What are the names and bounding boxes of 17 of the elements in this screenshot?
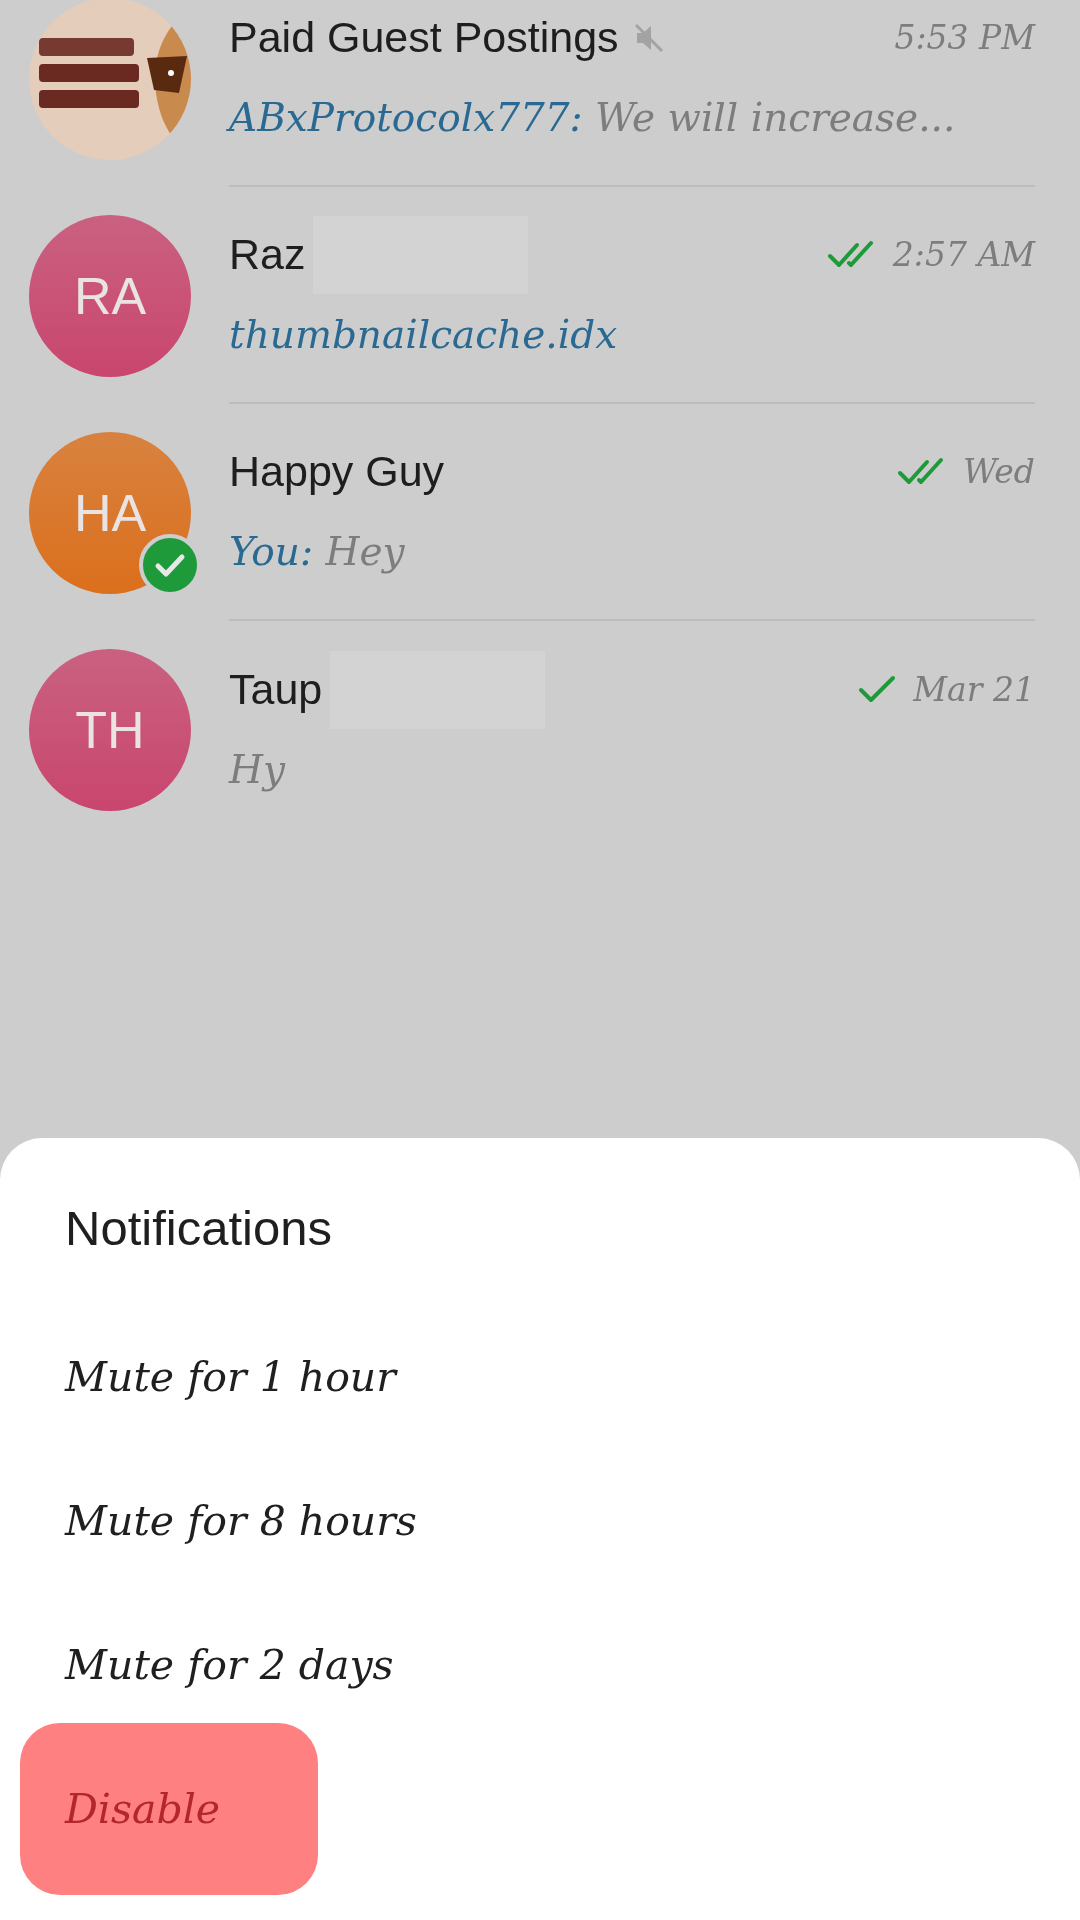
message-preview: Hy (229, 747, 286, 792)
message-preview: You: Hey (229, 529, 405, 574)
avatar: HA (29, 431, 191, 594)
chat-name: Raz (229, 230, 306, 279)
menu-option[interactable]: Mute for 8 hours (20, 1449, 462, 1593)
avatar: TH (29, 648, 191, 811)
message-time: 2:57 AM (892, 235, 1035, 274)
chat-name: Paid Guest Postings (229, 13, 619, 62)
menu-option[interactable]: Mute for 1 hour (20, 1305, 441, 1449)
chat-name: Happy Guy (229, 447, 445, 496)
chat-name: Taup (229, 665, 323, 714)
message-preview: thumbnailcache.idx (229, 312, 618, 357)
message-time: Wed (963, 452, 1035, 491)
avatar: RA (29, 214, 191, 377)
sheet-title: Notifications (65, 1200, 332, 1257)
message-time: 5:53 PM (894, 18, 1035, 57)
message-time: Mar 21 (913, 670, 1035, 709)
